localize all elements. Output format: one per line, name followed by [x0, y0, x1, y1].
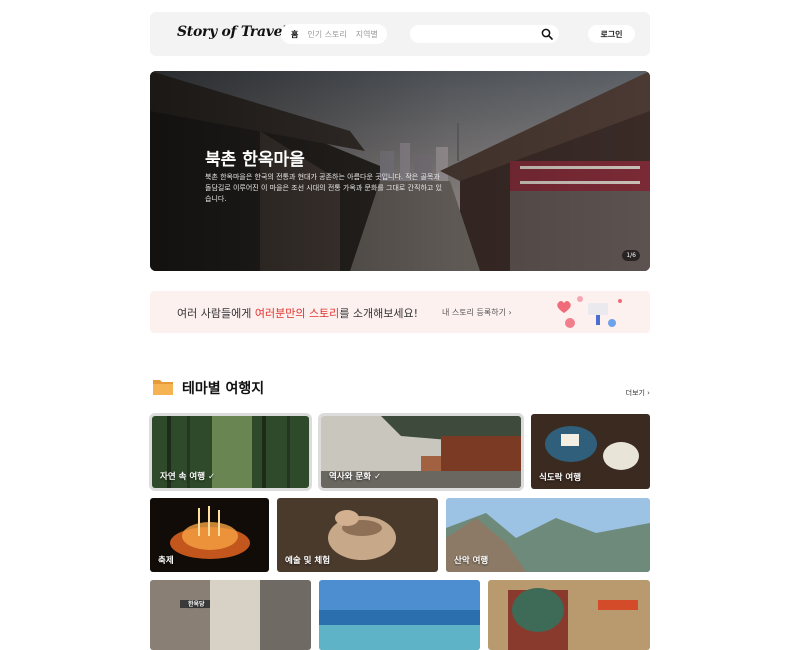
theme-label: 축제 [158, 556, 174, 566]
sign-text: 한옥당 [188, 601, 205, 608]
main-nav: 홈 인기 스토리 지역별 [281, 24, 387, 44]
theme-tile-nature[interactable]: 자연 속 여행 ✓ [152, 416, 309, 488]
carousel-counter: 1/6 [622, 250, 640, 261]
theme-label: 역사와 문화 ✓ [329, 472, 382, 482]
theme-tile-street[interactable]: 한옥당 [150, 580, 311, 650]
theme-tile-ocean[interactable] [319, 580, 480, 650]
theme-park-image [488, 580, 650, 650]
theme-section-header: 테마별 여행지 더보기 › [150, 374, 650, 398]
hero-title: 북촌 한옥마을 [205, 150, 305, 170]
login-button[interactable]: 로그인 [588, 25, 635, 43]
search-input[interactable] [420, 27, 544, 48]
nav-by-region[interactable]: 지역별 [356, 29, 378, 40]
nav-home[interactable]: 홈 [291, 29, 298, 40]
theme-tile-food[interactable]: 식도락 여행 [531, 414, 650, 489]
top-header: Story of Travel 홈 인기 스토리 지역별 로그인 [150, 12, 650, 56]
banner-text-before: 여러 사람들에게 [177, 307, 255, 320]
hero-carousel[interactable]: 북촌 한옥마을 북촌 한옥마을은 한국의 전통과 현대가 공존하는 아름다운 곳… [150, 71, 650, 271]
section-title: 테마별 여행지 [182, 381, 265, 397]
theme-tile-history[interactable]: 역사와 문화 ✓ [321, 416, 521, 488]
folder-icon [153, 380, 173, 395]
theme-tile-festival[interactable]: 축제 [150, 498, 269, 572]
theme-tile-theme-park[interactable] [488, 580, 650, 650]
banner-text-highlight: 여러분만의 스토리 [254, 307, 340, 320]
street-image [150, 580, 311, 650]
search-box [410, 25, 559, 48]
theme-label: 산악 여행 [454, 556, 489, 566]
theme-label: 식도락 여행 [539, 473, 582, 483]
more-link[interactable]: 더보기 › [626, 388, 650, 398]
nav-popular-stories[interactable]: 인기 스토리 [307, 29, 346, 40]
site-logo[interactable]: Story of Travel [177, 24, 288, 40]
banner-illustration [557, 296, 622, 328]
theme-label: 자연 속 여행 ✓ [160, 472, 216, 482]
theme-label: 예술 및 체험 [285, 556, 331, 566]
hero-description: 북촌 한옥마을은 한국의 전통과 현대가 공존하는 아름다운 곳입니다. 작은 … [205, 173, 442, 203]
search-icon[interactable] [541, 28, 553, 40]
story-banner[interactable]: 여러 사람들에게 여러분만의 스토리를 소개해보세요! 내 스토리 등록하기 › [150, 291, 650, 333]
theme-tile-art[interactable]: 예술 및 체험 [277, 498, 438, 572]
ocean-image [319, 580, 480, 650]
banner-text: 여러 사람들에게 여러분만의 스토리를 소개해보세요! [177, 305, 418, 321]
register-story-link[interactable]: 내 스토리 등록하기 › [442, 307, 512, 318]
hero-image [150, 71, 650, 271]
theme-tile-mountain[interactable]: 산악 여행 [446, 498, 650, 572]
banner-text-after: 를 소개해보세요! [339, 307, 419, 320]
